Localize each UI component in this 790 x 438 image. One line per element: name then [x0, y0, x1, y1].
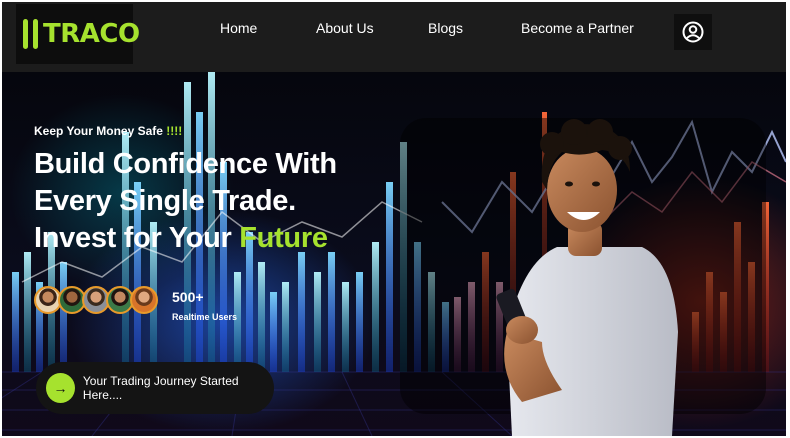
hero-tagline: Keep Your Money Safe !!!!: [34, 124, 182, 138]
cta-label: Your Trading Journey Started Here....: [82, 374, 239, 402]
users-label: Realtime Users: [172, 312, 238, 322]
brand-name: TRACO: [43, 19, 140, 49]
headline-accent-word: Future: [239, 222, 328, 254]
nav-become-partner[interactable]: Become a Partner: [521, 20, 634, 36]
hero-headline: Build Confidence With Every Single Trade…: [34, 146, 337, 257]
cta-button[interactable]: → Your Trading Journey Started Here....: [36, 362, 274, 414]
user-circle-icon: [682, 21, 704, 43]
hero-section: Keep Your Money Safe !!!! Build Confiden…: [2, 72, 786, 436]
navbar: TRACO Home About Us Blogs Become a Partn…: [2, 2, 786, 72]
nav-about-us[interactable]: About Us: [316, 20, 374, 36]
headline-line-3-prefix: Invest for Your: [34, 222, 232, 254]
tagline-exclaim: !!!!: [166, 124, 183, 138]
nav-home[interactable]: Home: [220, 20, 257, 36]
headline-line-1: Build Confidence With: [34, 148, 337, 180]
brand-logo[interactable]: TRACO: [16, 4, 140, 64]
avatar: [130, 286, 158, 314]
page-frame: TRACO Home About Us Blogs Become a Partn…: [2, 2, 786, 436]
nav-blogs[interactable]: Blogs: [428, 20, 463, 36]
users-count: 500+: [172, 289, 204, 305]
logo-mark-icon: [23, 19, 38, 49]
user-avatars: [34, 286, 158, 314]
arrow-right-icon: →: [46, 373, 75, 403]
headline-line-3: Invest for Your Future: [34, 220, 337, 257]
tagline-text: Keep Your Money Safe: [34, 124, 163, 138]
headline-line-2: Every Single Trade.: [34, 185, 296, 217]
profile-button[interactable]: [674, 14, 712, 50]
